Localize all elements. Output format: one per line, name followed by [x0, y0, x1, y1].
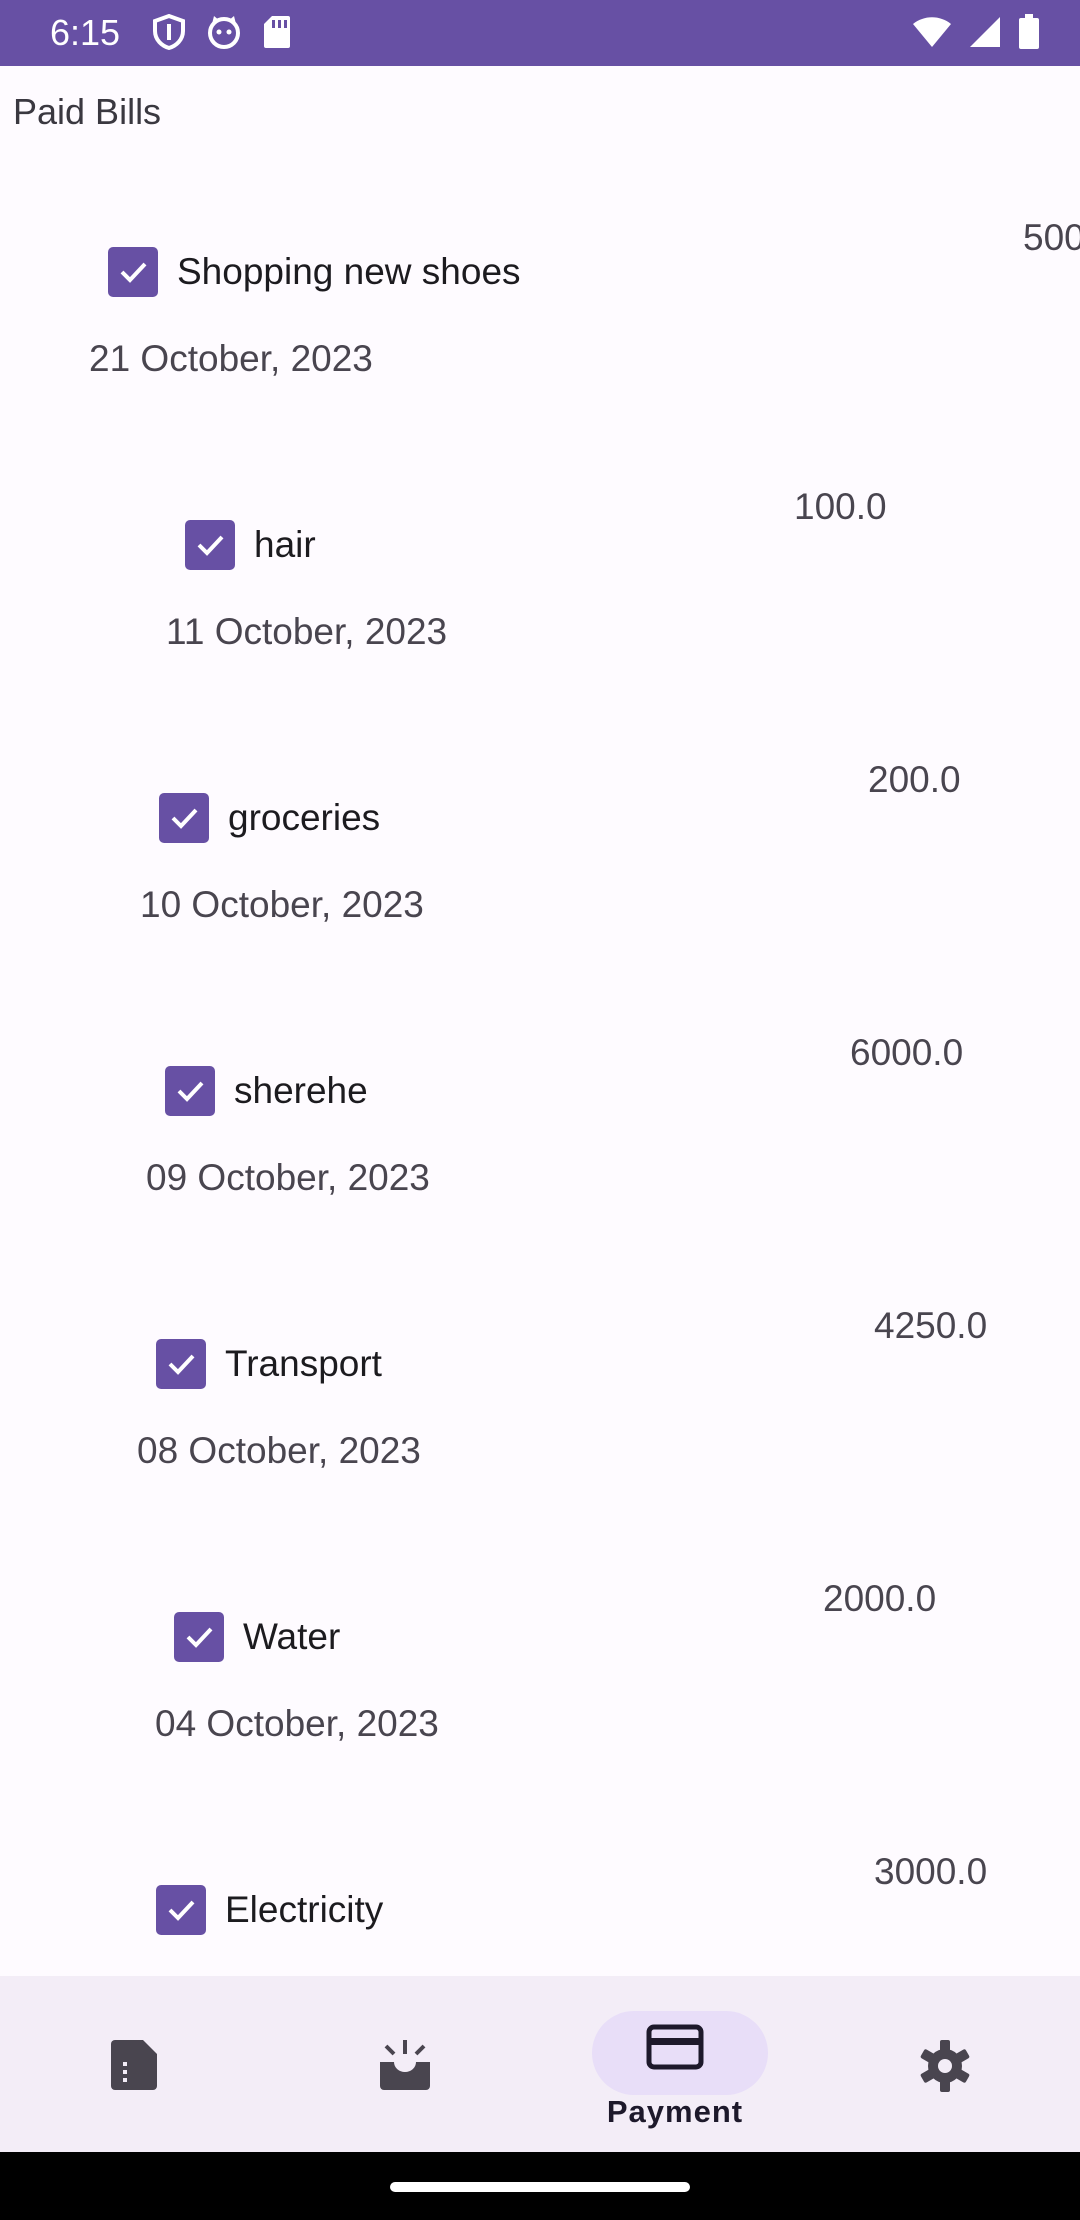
list-item: groceries 10 October, 2023 200.0 [0, 749, 1080, 1022]
bill-date: 21 October, 2023 [89, 338, 373, 379]
bill-checkbox[interactable] [185, 520, 235, 570]
wifi-icon [912, 15, 952, 49]
bill-name: groceries [228, 797, 381, 838]
battery-icon [1018, 14, 1040, 50]
list-item: sherehe 09 October, 2023 6000.0 [0, 1022, 1080, 1295]
bill-name: Electricity [225, 1889, 384, 1930]
nav-item-income[interactable] [270, 1976, 540, 2152]
bill-amount: 4250.0 [874, 1305, 988, 1346]
check-icon [177, 1081, 204, 1102]
check-icon [186, 1627, 213, 1648]
bill-date: 09 October, 2023 [146, 1157, 430, 1198]
bottom-navigation: Payment [0, 1976, 1080, 2152]
bill-name: hair [254, 524, 316, 565]
check-icon [168, 1354, 195, 1375]
bill-amount: 6000.0 [850, 1032, 964, 1073]
bill-date: 04 October, 2023 [155, 1703, 439, 1744]
nav-label-payment: Payment [606, 2094, 744, 2129]
bill-checkbox[interactable] [165, 1066, 215, 1116]
check-icon [120, 262, 147, 283]
gesture-navigation-bar [0, 2152, 1080, 2220]
bill-date: 08 October, 2023 [137, 1430, 421, 1471]
list-item: Shopping new shoes 21 October, 2023 500 [0, 203, 1080, 476]
status-time: 6:15 [50, 12, 121, 53]
document-icon [109, 2038, 161, 2097]
paid-bills-list[interactable]: Shopping new shoes 21 October, 2023 500 … [0, 66, 1080, 1976]
home-handle[interactable] [390, 2182, 690, 2192]
inbox-icon [376, 2038, 434, 2097]
sd-card-icon [262, 14, 292, 50]
bill-amount: 3000.0 [874, 1851, 988, 1892]
bill-checkbox[interactable] [159, 793, 209, 843]
bill-name: Shopping new shoes [177, 251, 521, 292]
bill-date: 10 October, 2023 [140, 884, 424, 925]
bill-amount: 500 [1023, 217, 1080, 258]
bill-date: 11 October, 2023 [166, 611, 448, 652]
gear-icon [917, 2038, 973, 2099]
bill-name: Water [243, 1616, 341, 1657]
list-item: hair 11 October, 2023 100.0 [0, 476, 1080, 749]
check-icon [171, 808, 198, 829]
bill-checkbox[interactable] [156, 1339, 206, 1389]
bill-amount: 2000.0 [823, 1578, 937, 1619]
bill-name: Transport [225, 1343, 382, 1384]
nav-item-settings[interactable] [810, 1976, 1080, 2152]
check-icon [168, 1900, 195, 1921]
status-bar: 6:15 [0, 0, 1080, 66]
bill-amount: 200.0 [868, 759, 961, 800]
list-item: Electricity 3000.0 [0, 1841, 1080, 1976]
nav-item-bills[interactable] [0, 1976, 270, 2152]
bill-checkbox[interactable] [156, 1885, 206, 1935]
bill-checkbox[interactable] [174, 1612, 224, 1662]
list-item: Transport 08 October, 2023 4250.0 [0, 1295, 1080, 1568]
signal-icon [968, 15, 1002, 49]
nav-item-payment[interactable]: Payment [540, 1976, 810, 2152]
list-item: Water 04 October, 2023 2000.0 [0, 1568, 1080, 1841]
credit-card-icon [646, 2024, 704, 2075]
bill-amount: 100.0 [794, 486, 887, 527]
cat-icon [206, 14, 242, 50]
check-icon [197, 535, 224, 556]
shield-icon [152, 14, 186, 50]
bill-name: sherehe [234, 1070, 368, 1111]
bill-checkbox[interactable] [108, 247, 158, 297]
